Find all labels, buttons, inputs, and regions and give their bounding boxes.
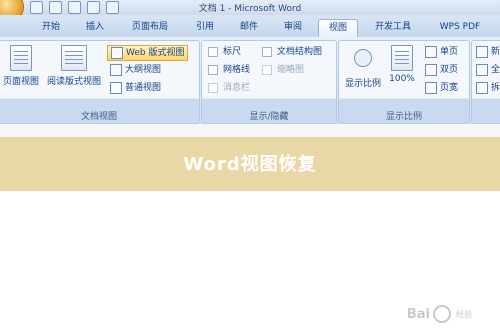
ruler-check-icon [208, 47, 218, 57]
draft-view-button[interactable]: 普通视图 [110, 81, 161, 95]
group-label-document-views: 文档视图 [80, 112, 117, 122]
thumbnails-check-icon [262, 65, 272, 75]
new-window-label: 新 [491, 47, 500, 57]
message-bar-check-icon [208, 83, 218, 93]
two-pages-button[interactable]: 双页 [425, 63, 458, 77]
page-width-icon [425, 82, 437, 94]
paw-icon [433, 305, 451, 323]
zoom-100-label: 100% [389, 74, 415, 84]
page-view-icon [10, 45, 32, 71]
draft-view-icon [110, 82, 122, 94]
document-map-checkbox[interactable]: 文档结构图 [262, 45, 322, 59]
page-width-button[interactable]: 页宽 [425, 81, 458, 95]
zoom-button[interactable]: 显示比例 [342, 45, 384, 89]
new-window-icon [476, 46, 488, 58]
web-view-button[interactable]: Web 版式视图 [107, 45, 189, 61]
group-window: 新 全 拆 [471, 40, 500, 124]
ribbon: 页面视图 阅读版式视图 Web 版式视图 大纲视图 普通视图 文档视图 标尺 网… [0, 37, 500, 124]
thumbnails-label: 缩略图 [277, 65, 305, 75]
split-button[interactable]: 拆 [476, 81, 500, 95]
ribbon-tabs: 开始 插入 页面布局 引用 邮件 审阅 视图 开发工具 WPS PDF [0, 15, 500, 38]
banner-title: Word视图恢复 [183, 154, 317, 175]
document-map-label: 文档结构图 [277, 47, 323, 57]
tab-page-layout[interactable]: 页面布局 [122, 19, 178, 37]
tab-review[interactable]: 审阅 [276, 19, 310, 37]
ribbon-bottom-edge [0, 124, 500, 137]
title-bar: 文档 1 - Microsoft Word [0, 0, 500, 22]
message-bar-checkbox[interactable]: 消息栏 [208, 81, 250, 95]
split-icon [476, 82, 488, 94]
window-title: 文档 1 - Microsoft Word [198, 4, 302, 14]
two-pages-label: 双页 [440, 65, 459, 75]
message-bar-label: 消息栏 [223, 83, 251, 93]
group-zoom: 显示比例 100% 单页 双页 页宽 显示比例 [338, 40, 470, 124]
arrange-all-label: 全 [491, 65, 500, 75]
reading-view-label: 阅读版式视图 [46, 77, 101, 87]
draft-view-label: 普通视图 [125, 83, 162, 93]
split-label: 拆 [491, 83, 500, 93]
document-map-check-icon [262, 47, 272, 57]
tab-references[interactable]: 引用 [188, 19, 222, 37]
zoom-100-button[interactable]: 100% [387, 45, 417, 84]
title-banner: Word视图恢复 [0, 137, 500, 191]
outline-view-label: 大纲视图 [125, 65, 162, 75]
web-view-icon [111, 47, 123, 59]
magnifier-icon [354, 49, 372, 67]
group-label-zoom: 显示比例 [385, 112, 422, 122]
page-width-label: 页宽 [440, 83, 459, 93]
tab-insert[interactable]: 插入 [78, 19, 112, 37]
arrange-all-button[interactable]: 全 [476, 63, 500, 77]
thumbnails-checkbox[interactable]: 缩略图 [262, 63, 304, 77]
zoom-button-label: 显示比例 [344, 79, 381, 89]
two-pages-icon [425, 64, 437, 76]
reading-view-button[interactable]: 阅读版式视图 [43, 45, 105, 87]
group-label-show-hide: 显示/隐藏 [249, 112, 289, 122]
baidu-watermark: Bai 经验 [407, 305, 472, 323]
tab-home[interactable]: 开始 [34, 19, 68, 37]
reading-view-icon [61, 45, 87, 71]
one-page-icon [425, 46, 437, 58]
tab-mailings[interactable]: 邮件 [232, 19, 266, 37]
tab-view[interactable]: 视图 [318, 19, 358, 38]
gridlines-label: 网格线 [223, 65, 251, 75]
gridlines-checkbox[interactable]: 网格线 [208, 63, 250, 77]
outline-view-button[interactable]: 大纲视图 [110, 63, 161, 77]
arrange-all-icon [476, 64, 488, 76]
watermark-suffix: 经验 [456, 309, 472, 319]
web-view-label: Web 版式视图 [126, 48, 185, 58]
gridlines-check-icon [208, 65, 218, 75]
outline-view-icon [110, 64, 122, 76]
group-show-hide: 标尺 网格线 消息栏 文档结构图 缩略图 显示/隐藏 [201, 40, 337, 124]
watermark-brand: Bai [406, 306, 430, 322]
ruler-label: 标尺 [223, 47, 242, 57]
one-page-button[interactable]: 单页 [425, 45, 458, 59]
ruler-checkbox[interactable]: 标尺 [208, 45, 241, 59]
one-page-label: 单页 [440, 47, 459, 57]
new-window-button[interactable]: 新 [476, 45, 500, 59]
page-view-label: 页面视图 [2, 77, 39, 87]
tab-developer[interactable]: 开发工具 [366, 19, 420, 37]
group-document-views: 页面视图 阅读版式视图 Web 版式视图 大纲视图 普通视图 文档视图 [0, 40, 200, 124]
tab-wps-pdf[interactable]: WPS PDF [430, 19, 490, 37]
page-100-icon [391, 45, 413, 71]
page-view-button[interactable]: 页面视图 [1, 45, 41, 87]
